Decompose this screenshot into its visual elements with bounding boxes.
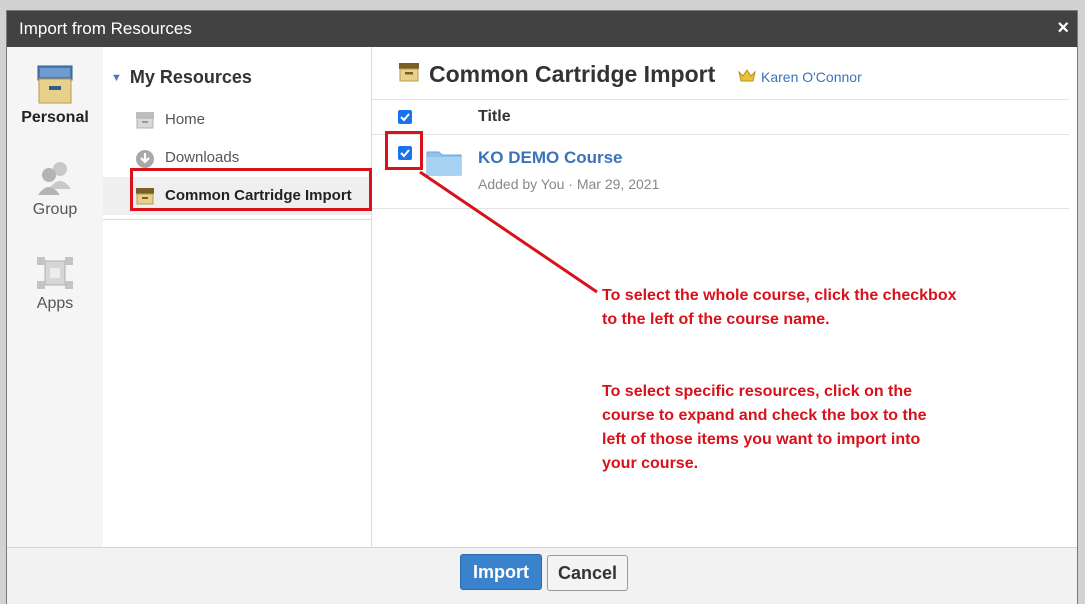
- annotation-note-specific-resources: To select specific resources, click on t…: [602, 383, 927, 472]
- annotation-note-whole-course: To select the whole course, click the ch…: [602, 287, 957, 328]
